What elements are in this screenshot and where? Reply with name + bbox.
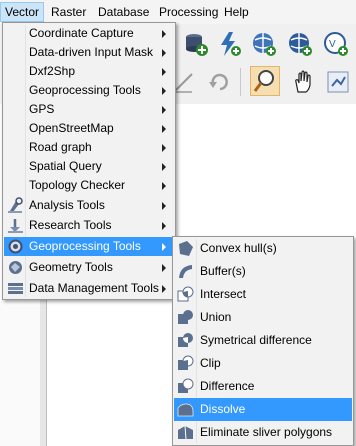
- menu-item-geometry-tools[interactable]: Geometry Tools: [4, 258, 174, 277]
- menu-item-research-tools[interactable]: Research Tools: [4, 216, 174, 235]
- add-database-layer-icon[interactable]: [182, 30, 210, 58]
- menu-database[interactable]: Database: [94, 3, 153, 21]
- symmetrical-difference-icon: [178, 333, 193, 347]
- svg-text:V: V: [329, 39, 336, 50]
- menu-item-label: Road graph: [29, 140, 92, 154]
- menu-item-label: OpenStreetMap: [29, 121, 114, 135]
- add-layer-lightning-icon[interactable]: [215, 30, 243, 58]
- menu-item-geoprocessing-tools-plugin[interactable]: Geoprocessing Tools: [4, 81, 174, 100]
- menu-item-label: Coordinate Capture: [29, 26, 134, 40]
- menu-vector[interactable]: Vector: [0, 2, 45, 22]
- pan-tool-active-frame[interactable]: [250, 66, 280, 96]
- union-icon: [178, 310, 193, 324]
- identify-zoom-icon: [253, 70, 274, 92]
- geoprocessing-submenu: Convex hull(s) Buffer(s) Intersect Union…: [172, 236, 354, 446]
- research-tools-icon: [8, 219, 23, 233]
- menu-item-gps[interactable]: GPS: [4, 100, 174, 119]
- submenu-arrow-icon: [162, 264, 166, 272]
- submenu-arrow-icon: [162, 144, 166, 152]
- menu-processing[interactable]: Processing: [155, 3, 222, 21]
- submenu-arrow-icon: [162, 163, 166, 171]
- menu-item-label: Geoprocessing Tools: [29, 83, 141, 97]
- submenu-arrow-icon: [162, 87, 166, 95]
- menu-item-openstreetmap[interactable]: OpenStreetMap: [4, 119, 174, 138]
- menu-item-label: Intersect: [200, 287, 247, 301]
- menu-item-topology-checker[interactable]: Topology Checker: [4, 176, 174, 195]
- submenu-arrow-icon: [162, 182, 166, 190]
- menu-item-analysis-tools[interactable]: Analysis Tools: [4, 196, 174, 215]
- add-wms-layer-icon[interactable]: [250, 30, 278, 58]
- toolbar-separator: [240, 68, 241, 96]
- submenu-item-difference[interactable]: Difference: [174, 375, 352, 398]
- dissolve-icon: [177, 403, 194, 417]
- menu-item-label: Convex hull(s): [200, 241, 277, 255]
- menu-item-label: GPS: [29, 102, 55, 116]
- submenu-item-buffer[interactable]: Buffer(s): [174, 260, 352, 283]
- menu-item-label: Spatial Query: [29, 159, 102, 173]
- geoprocessing-tools-icon: [8, 239, 23, 254]
- menu-item-dxf2shp[interactable]: Dxf2Shp: [4, 62, 174, 81]
- menu-item-coordinate-capture[interactable]: Coordinate Capture: [4, 24, 174, 43]
- submenu-item-convex-hull[interactable]: Convex hull(s): [174, 237, 352, 260]
- menu-item-data-management-tools[interactable]: Data Management Tools: [4, 279, 174, 298]
- menu-help[interactable]: Help: [220, 3, 253, 21]
- convex-hull-icon: [179, 241, 193, 256]
- submenu-arrow-icon: [162, 49, 166, 57]
- menu-item-label: Clip: [200, 356, 221, 370]
- redo-icon[interactable]: [205, 68, 233, 96]
- submenu-item-clip[interactable]: Clip: [174, 352, 352, 375]
- menu-raster[interactable]: Raster: [47, 3, 90, 21]
- menu-item-label: Geometry Tools: [29, 260, 113, 274]
- menu-item-label: Research Tools: [29, 218, 112, 232]
- submenu-arrow-icon: [162, 30, 166, 38]
- menu-item-label: Union: [200, 310, 232, 324]
- submenu-arrow-icon: [162, 202, 166, 210]
- add-wcs-layer-icon[interactable]: [286, 30, 314, 58]
- clip-icon: [178, 355, 194, 370]
- submenu-arrow-icon: [162, 222, 166, 230]
- submenu-arrow-icon: [162, 125, 166, 133]
- submenu-item-union[interactable]: Union: [174, 306, 352, 329]
- intersect-icon: [177, 286, 194, 302]
- menu-item-label: Dxf2Shp: [29, 64, 76, 78]
- menu-item-spatial-query[interactable]: Spatial Query: [4, 157, 174, 176]
- menu-item-label: Data Management Tools: [29, 281, 159, 295]
- submenu-arrow-icon: [162, 243, 166, 251]
- menu-item-label: Analysis Tools: [29, 198, 105, 212]
- submenu-item-intersect[interactable]: Intersect: [174, 283, 352, 306]
- submenu-arrow-icon: [162, 106, 166, 114]
- menu-item-data-driven-input-mask[interactable]: Data-driven Input Mask: [4, 43, 174, 62]
- pan-hand-icon[interactable]: [289, 68, 317, 96]
- menu-item-label: Dissolve: [200, 402, 246, 416]
- submenu-arrow-icon: [162, 68, 166, 76]
- menu-item-label: Eliminate sliver polygons: [200, 425, 333, 439]
- menu-item-label: Buffer(s): [200, 264, 246, 278]
- analysis-tools-icon: [8, 197, 23, 213]
- map-tool-icon[interactable]: [324, 68, 352, 96]
- menu-item-road-graph[interactable]: Road graph: [4, 138, 174, 157]
- submenu-item-dissolve[interactable]: Dissolve: [174, 398, 352, 421]
- buffer-icon: [179, 265, 192, 278]
- submenu-arrow-icon: [162, 285, 166, 293]
- vector-menu: Coordinate Capture Data-driven Input Mas…: [2, 22, 176, 300]
- menu-item-label: Data-driven Input Mask: [29, 45, 154, 59]
- eliminate-sliver-polygons-icon: [178, 425, 193, 440]
- menu-item-label: Difference: [200, 379, 255, 393]
- edit-line-icon[interactable]: [172, 68, 200, 96]
- submenu-item-eliminate-sliver-polygons[interactable]: Eliminate sliver polygons: [174, 421, 352, 444]
- geometry-tools-icon: [9, 261, 22, 274]
- data-management-tools-icon: [8, 283, 23, 294]
- difference-icon: [178, 378, 194, 393]
- menu-item-label: Topology Checker: [29, 178, 126, 192]
- menu-item-label: Geoprocessing Tools: [29, 239, 141, 253]
- menu-item-label: Symetrical difference: [200, 333, 312, 347]
- menu-item-geoprocessing-tools[interactable]: Geoprocessing Tools: [4, 237, 174, 256]
- add-wfs-layer-icon[interactable]: V: [322, 30, 350, 58]
- submenu-item-symetrical-difference[interactable]: Symetrical difference: [174, 329, 352, 352]
